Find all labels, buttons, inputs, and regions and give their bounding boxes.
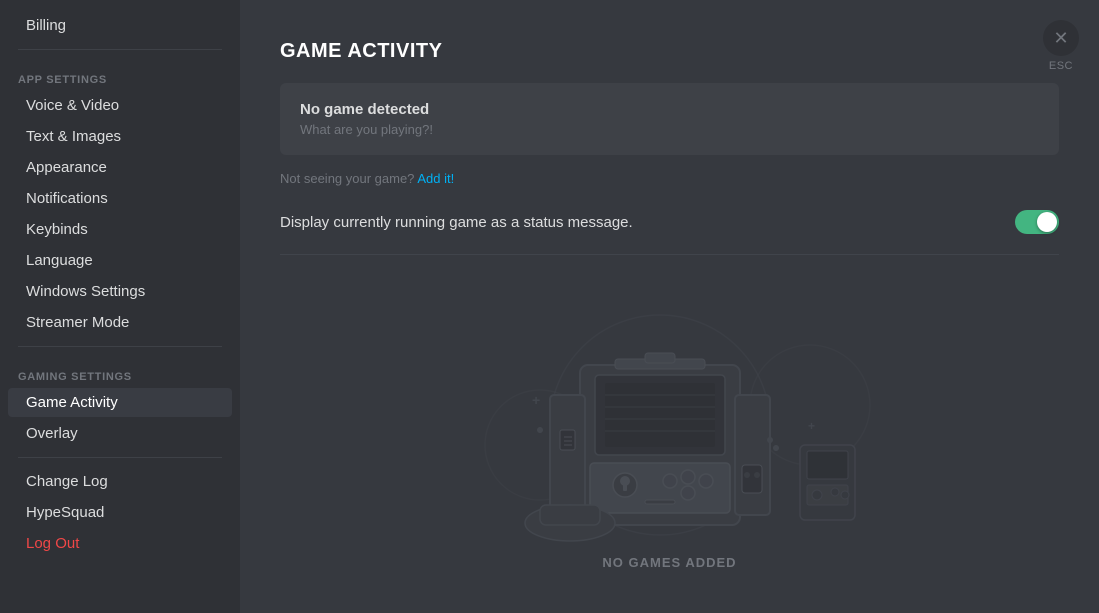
svg-text:+: + <box>808 419 815 433</box>
illustration-area: + + NO GAMES ADDED <box>280 275 1059 570</box>
no-games-label: NO GAMES ADDED <box>602 555 736 570</box>
page-title: GAME ACTIVITY <box>280 40 1059 63</box>
sidebar-item-label: Change Log <box>26 473 108 490</box>
sidebar-item-label: Language <box>26 252 93 269</box>
sidebar-item-keybinds[interactable]: Keybinds <box>8 215 232 244</box>
close-icon: ✕ <box>1053 28 1068 49</box>
display-toggle[interactable] <box>1015 210 1059 234</box>
sidebar-item-text-images[interactable]: Text & Images <box>8 122 232 151</box>
sidebar-item-label: Text & Images <box>26 128 121 145</box>
sidebar-item-billing[interactable]: Billing <box>8 11 232 40</box>
sidebar-item-streamer-mode[interactable]: Streamer Mode <box>8 308 232 337</box>
toggle-label: Display currently running game as a stat… <box>280 214 633 231</box>
sidebar-item-label: Billing <box>26 17 66 34</box>
sidebar-divider-gaming <box>18 346 222 347</box>
esc-label: ESC <box>1049 60 1073 72</box>
no-game-title: No game detected <box>300 101 1039 118</box>
sidebar-item-overlay[interactable]: Overlay <box>8 419 232 448</box>
sidebar-item-appearance[interactable]: Appearance <box>8 153 232 182</box>
sidebar-divider-bottom <box>18 457 222 458</box>
sidebar: Billing APP SETTINGS Voice & Video Text … <box>0 0 240 613</box>
close-button[interactable]: ✕ <box>1043 20 1079 56</box>
no-game-card: No game detected What are you playing?! <box>280 83 1059 155</box>
sidebar-item-label: Windows Settings <box>26 283 145 300</box>
not-seeing-text: Not seeing your game? Add it! <box>280 171 1059 186</box>
sidebar-item-game-activity[interactable]: Game Activity <box>8 388 232 417</box>
sidebar-divider-app <box>18 49 222 50</box>
sidebar-item-label: Game Activity <box>26 394 118 411</box>
app-settings-label: APP SETTINGS <box>0 58 240 90</box>
sidebar-item-windows-settings[interactable]: Windows Settings <box>8 277 232 306</box>
sidebar-item-label: Keybinds <box>26 221 88 238</box>
sidebar-item-label: Streamer Mode <box>26 314 129 331</box>
svg-text:+: + <box>532 392 540 408</box>
display-toggle-row: Display currently running game as a stat… <box>280 210 1059 255</box>
no-game-subtitle: What are you playing?! <box>300 122 1039 137</box>
sidebar-item-label: Notifications <box>26 190 108 207</box>
sidebar-item-voice-video[interactable]: Voice & Video <box>8 91 232 120</box>
sidebar-item-change-log[interactable]: Change Log <box>8 467 232 496</box>
sidebar-item-label: Voice & Video <box>26 97 119 114</box>
toggle-knob <box>1037 212 1057 232</box>
sidebar-item-language[interactable]: Language <box>8 246 232 275</box>
sidebar-item-log-out[interactable]: Log Out <box>8 529 232 558</box>
sidebar-item-notifications[interactable]: Notifications <box>8 184 232 213</box>
add-it-link[interactable]: Add it! <box>417 171 454 186</box>
arcade-illustration: + + <box>460 285 880 545</box>
gaming-settings-label: GAMING SETTINGS <box>0 355 240 387</box>
sidebar-item-label: HypeSquad <box>26 504 104 521</box>
sidebar-item-label: Log Out <box>26 535 79 552</box>
main-content: GAME ACTIVITY No game detected What are … <box>240 0 1099 613</box>
sidebar-item-hypesquad[interactable]: HypeSquad <box>8 498 232 527</box>
sidebar-item-label: Overlay <box>26 425 78 442</box>
sidebar-item-label: Appearance <box>26 159 107 176</box>
